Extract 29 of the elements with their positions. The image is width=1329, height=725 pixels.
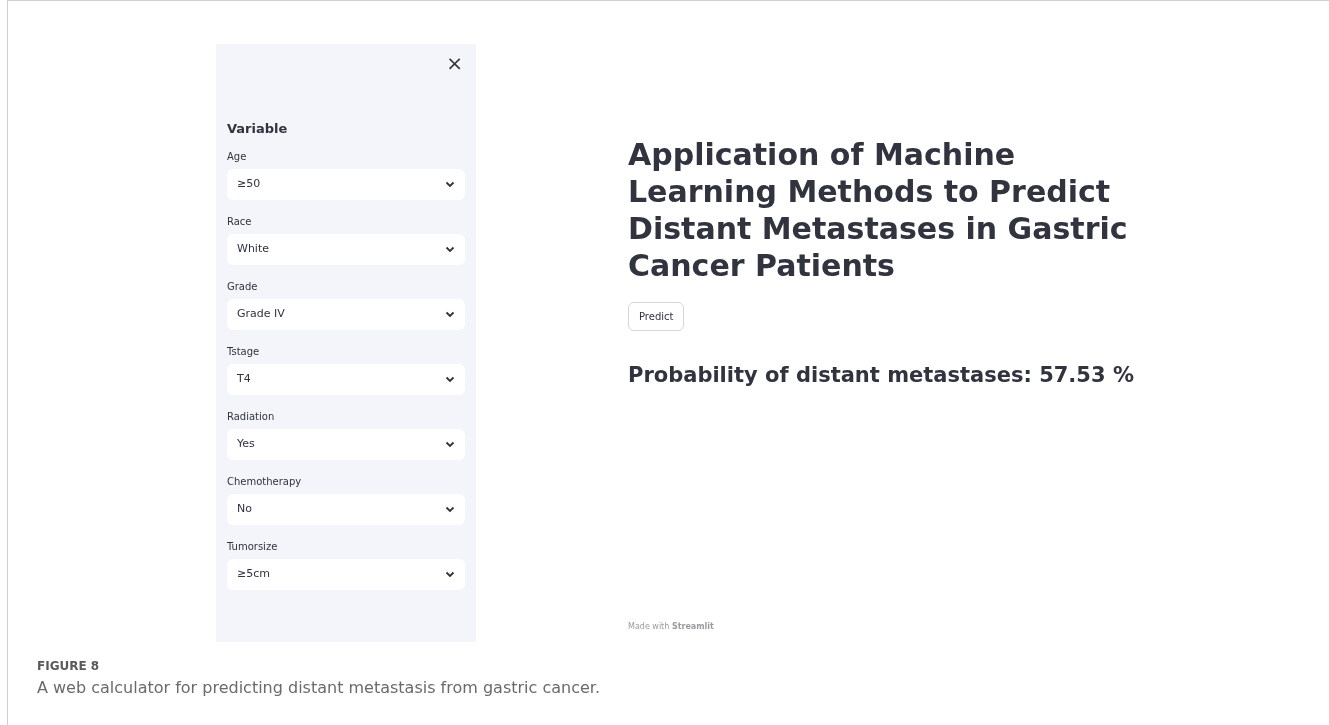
sidebar-heading: Variable xyxy=(227,120,289,138)
field-label: Chemotherapy xyxy=(227,475,303,488)
figure-caption: A web calculator for predicting distant metastasis from gastric cancer. xyxy=(37,677,601,699)
select-field[interactable]: No xyxy=(227,494,465,525)
predict-button[interactable]: Predict xyxy=(628,302,685,331)
field-label: Race xyxy=(227,215,253,228)
field-label: Tstage xyxy=(227,345,261,358)
close-button[interactable]: × xyxy=(446,52,463,74)
page-title: Application of Machine Learning Methods to Predict Distant Metastases in Gastric Cancer Patients xyxy=(628,136,1128,284)
select-field[interactable]: ≥5cm xyxy=(227,559,465,590)
select-field[interactable]: Grade IV xyxy=(227,299,465,330)
chevron-down-icon xyxy=(445,376,455,383)
chevron-down-icon xyxy=(445,571,455,578)
result-heading: Probability of distant metastases: 57.53 % xyxy=(628,362,1135,389)
select-field[interactable]: T4 xyxy=(227,364,465,395)
select-field[interactable]: Yes xyxy=(227,429,465,460)
chevron-down-icon xyxy=(445,506,455,513)
field-label: Tumorsize xyxy=(227,540,279,553)
chevron-down-icon xyxy=(445,246,455,253)
chevron-down-icon xyxy=(445,441,455,448)
select-field[interactable]: White xyxy=(227,234,465,265)
figure-label: FIGURE 8 xyxy=(37,658,101,674)
field-label: Radiation xyxy=(227,410,276,423)
field-label: Age xyxy=(227,150,248,163)
chevron-down-icon xyxy=(445,311,455,318)
chevron-down-icon xyxy=(445,181,455,188)
select-field[interactable]: ≥50 xyxy=(227,169,465,200)
field-label: Grade xyxy=(227,280,259,293)
footer-text: Made with Streamlit xyxy=(628,621,715,633)
